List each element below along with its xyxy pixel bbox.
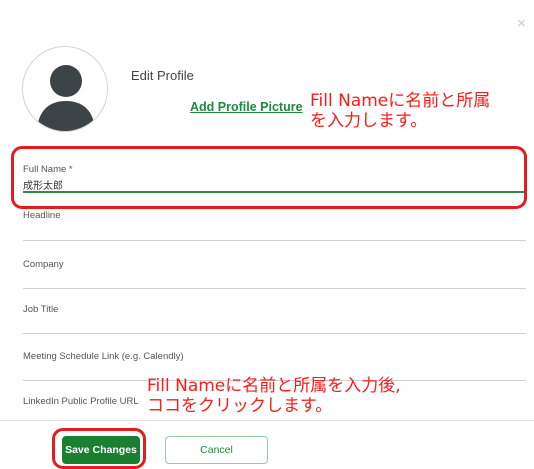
full-name-label: Full Name * — [23, 164, 73, 175]
close-icon[interactable]: × — [517, 16, 526, 31]
person-silhouette-icon — [37, 65, 95, 131]
annotation-fill-name: Fill Nameに名前と所属 を入力します。 — [310, 91, 490, 131]
meeting-link-label: Meeting Schedule Link (e.g. Calendly) — [23, 351, 184, 362]
headline-field[interactable]: Headline — [23, 195, 526, 241]
job-title-field[interactable]: Job Title — [23, 290, 526, 334]
footer-divider — [0, 420, 534, 421]
company-field[interactable]: Company — [23, 243, 526, 289]
annotation-click-save: Fill Nameに名前と所属を入力後, ココをクリックします。 — [147, 376, 401, 416]
annotation-line: ココをクリックします。 — [147, 396, 333, 416]
modal-title: Edit Profile — [131, 68, 194, 83]
full-name-input[interactable]: 成形太郎 — [23, 177, 63, 192]
meeting-link-field[interactable]: Meeting Schedule Link (e.g. Calendly) — [23, 336, 526, 381]
job-title-label: Job Title — [23, 304, 59, 315]
headline-label: Headline — [23, 210, 61, 221]
save-changes-button[interactable]: Save Changes — [62, 436, 140, 464]
linkedin-url-label: LinkedIn Public Profile URL — [23, 396, 139, 407]
annotation-line: Fill Nameに名前と所属 — [310, 91, 491, 111]
annotation-line: Fill Nameに名前と所属を入力後, — [147, 376, 401, 396]
company-label: Company — [23, 259, 64, 270]
cancel-button[interactable]: Cancel — [165, 436, 268, 464]
edit-profile-modal: × Edit Profile Add Profile Picture Fill … — [0, 0, 534, 469]
annotation-line: を入力します。 — [310, 111, 428, 131]
avatar — [22, 46, 108, 132]
full-name-field[interactable]: Full Name * 成形太郎 — [23, 150, 526, 193]
add-profile-picture-link[interactable]: Add Profile Picture — [190, 100, 303, 114]
